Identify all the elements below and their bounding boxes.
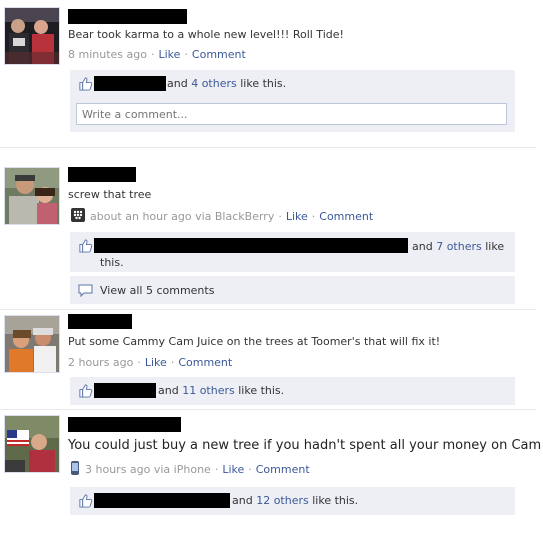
likes-others-link[interactable]: 11 others <box>182 384 235 397</box>
view-comments-box: View all 5 comments <box>70 276 515 304</box>
post-meta: 3 hours ago via iPhone · Like · Comment <box>85 463 310 476</box>
avatar[interactable] <box>4 7 60 65</box>
post-time: 3 hours ago via iPhone <box>85 463 211 476</box>
thumbs-up-icon <box>78 493 93 508</box>
post-time: 2 hours ago <box>68 356 134 369</box>
likes-others-link[interactable]: 7 others <box>436 240 482 253</box>
like-link[interactable]: Like <box>158 48 180 61</box>
post-time: about an hour ago via BlackBerry <box>90 210 275 223</box>
likes-box: and 11 others like this. <box>70 377 515 405</box>
redacted-name <box>68 167 136 182</box>
comment-link[interactable]: Comment <box>178 356 232 369</box>
avatar[interactable] <box>4 167 60 225</box>
likes-summary: and 11 others like this. <box>158 384 285 397</box>
likes-box: and 4 others like this. <box>70 70 515 98</box>
divider <box>0 147 536 148</box>
redacted-name <box>68 9 187 24</box>
post-message: Put some Cammy Cam Juice on the trees at… <box>68 335 441 348</box>
likes-others-link[interactable]: 12 others <box>256 494 309 507</box>
post-message: Bear took karma to a whole new level!!! … <box>68 28 344 41</box>
redacted-liker <box>94 238 408 253</box>
view-all-comments-link[interactable]: View all 5 comments <box>100 284 214 297</box>
likes-others-link[interactable]: 4 others <box>191 77 237 90</box>
likes-summary-wrap: this. <box>100 256 124 269</box>
post-meta: 2 hours ago · Like · Comment <box>68 356 233 369</box>
likes-summary: and 7 others like <box>412 240 505 253</box>
likes-summary: and 12 others like this. <box>232 494 359 507</box>
avatar[interactable] <box>4 315 60 373</box>
like-link[interactable]: Like <box>286 210 308 223</box>
thumbs-up-icon <box>78 76 93 91</box>
redacted-liker <box>94 493 230 508</box>
comment-bubble-icon <box>78 284 93 298</box>
comment-link[interactable]: Comment <box>319 210 373 223</box>
blackberry-icon <box>71 208 85 222</box>
divider <box>0 409 536 410</box>
comment-link[interactable]: Comment <box>192 48 246 61</box>
likes-summary: and 4 others like this. <box>167 77 287 90</box>
redacted-liker <box>94 383 156 398</box>
thumbs-up-icon <box>78 383 93 398</box>
likes-box: and 12 others like this. <box>70 487 515 515</box>
post-meta: about an hour ago via BlackBerry · Like · Co… <box>90 210 374 223</box>
like-link[interactable]: Like <box>145 356 167 369</box>
post-meta: 8 minutes ago · Like · Comment <box>68 48 246 61</box>
post-time: 8 minutes ago <box>68 48 147 61</box>
avatar[interactable] <box>4 415 60 473</box>
redacted-name <box>68 417 181 432</box>
divider <box>0 309 536 310</box>
iphone-icon <box>71 461 79 475</box>
redacted-liker <box>94 76 166 91</box>
comment-input[interactable] <box>76 103 507 125</box>
thumbs-up-icon <box>78 238 93 253</box>
post-message: You could just buy a new tree if you had… <box>68 438 542 453</box>
likes-box: and 7 others like this. <box>70 232 515 272</box>
post-message: screw that tree <box>68 188 152 201</box>
comment-link[interactable]: Comment <box>256 463 310 476</box>
like-link[interactable]: Like <box>222 463 244 476</box>
redacted-name <box>68 314 132 329</box>
